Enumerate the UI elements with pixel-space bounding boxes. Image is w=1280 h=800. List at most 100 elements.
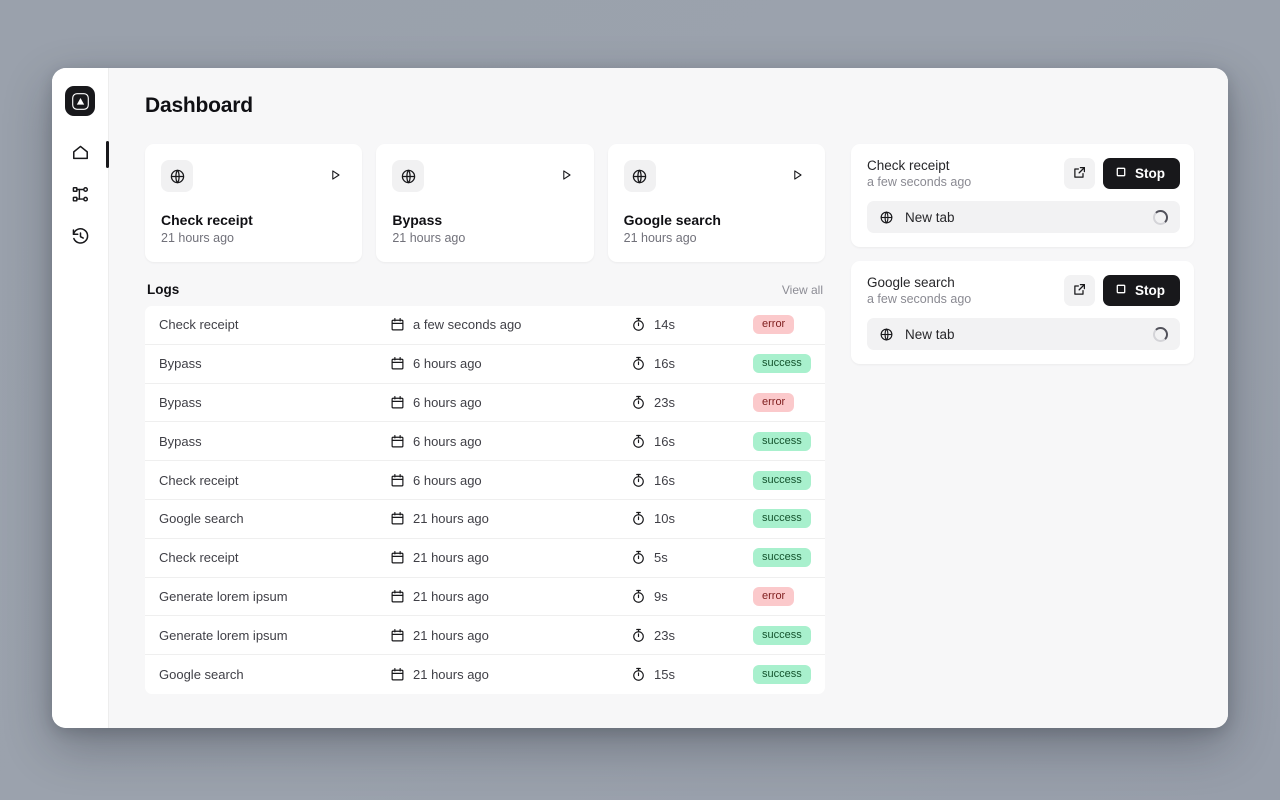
log-duration-cell: 9s [631,589,753,604]
log-date-cell: a few seconds ago [390,317,631,332]
status-badge: success [753,665,811,685]
log-duration: 9s [654,588,668,604]
session-actions: Stop [1064,275,1180,306]
spinner-icon [1153,209,1168,225]
play-icon[interactable] [324,164,346,186]
open-external-button[interactable] [1064,275,1095,306]
left-column: Check receipt 21 hours ago Bypass 21 hou… [145,144,825,728]
table-row[interactable]: Generate lorem ipsum 21 hours ago 23s succe… [145,616,825,656]
session-meta: Google search a few seconds ago [867,275,971,306]
session-meta: Check receipt a few seconds ago [867,158,971,189]
calendar-icon [390,550,405,565]
calendar-icon [390,395,405,410]
table-row[interactable]: Bypass 6 hours ago 16s success [145,422,825,462]
content-columns: Check receipt 21 hours ago Bypass 21 hou… [145,144,1194,728]
sidebar-item-workflows[interactable] [60,180,100,214]
stopwatch-icon [631,317,646,332]
calendar-icon [390,667,405,682]
view-all-link[interactable]: View all [782,283,823,297]
sessions-column: Check receipt a few seconds ago Stop New ta… [851,144,1194,728]
log-duration-cell: 16s [631,473,753,488]
log-date: a few seconds ago [413,317,522,333]
browser-tab-row[interactable]: New tab [867,318,1180,350]
log-duration: 23s [654,394,675,410]
stop-button[interactable]: Stop [1103,158,1180,189]
stopwatch-icon [631,511,646,526]
log-duration: 23s [654,627,675,643]
history-clock-icon [71,227,90,251]
status-badge: success [753,354,811,374]
table-row[interactable]: Generate lorem ipsum 21 hours ago 9s error [145,578,825,617]
task-card-header [161,160,346,192]
table-row[interactable]: Google search 21 hours ago 15s success [145,655,825,694]
globe-icon [161,160,193,192]
table-row[interactable]: Bypass 6 hours ago 23s error [145,384,825,423]
table-row[interactable]: Check receipt a few seconds ago 14s error [145,306,825,345]
triangle-logo-icon[interactable] [65,86,95,116]
table-row[interactable]: Check receipt 21 hours ago 5s success [145,539,825,578]
log-date: 21 hours ago [413,627,489,643]
log-duration-cell: 23s [631,628,753,643]
browser-tab-label: New tab [905,209,955,225]
stopwatch-icon [631,667,646,682]
calendar-icon [390,511,405,526]
status-badge: success [753,509,811,529]
log-date: 6 hours ago [413,472,482,488]
log-duration: 16s [654,472,675,488]
stop-button-label: Stop [1135,283,1165,298]
sidebar-item-history[interactable] [60,222,100,256]
log-date-cell: 6 hours ago [390,434,631,449]
logs-table: Check receipt a few seconds ago 14s error By… [145,306,825,694]
task-card-name: Check receipt [161,212,253,228]
status-badge: error [753,315,795,335]
browser-tab-row[interactable]: New tab [867,201,1180,233]
play-icon[interactable] [556,164,578,186]
log-duration-cell: 15s [631,667,753,682]
stopwatch-icon [631,550,646,565]
log-duration-cell: 16s [631,356,753,371]
log-duration: 10s [654,511,675,527]
session-card: Google search a few seconds ago Stop New ta… [851,261,1194,364]
stop-button[interactable]: Stop [1103,275,1180,306]
log-duration-cell: 10s [631,511,753,526]
home-icon [71,143,90,167]
calendar-icon [390,589,405,604]
session-header: Check receipt a few seconds ago Stop [867,158,1180,189]
session-title: Check receipt [867,158,950,173]
task-card[interactable]: Check receipt 21 hours ago [145,144,363,262]
log-name: Check receipt [159,472,239,488]
log-name: Google search [159,511,244,527]
status-badge: success [753,625,811,645]
stopwatch-icon [631,628,646,643]
log-name: Generate lorem ipsum [159,627,288,643]
table-row[interactable]: Check receipt 6 hours ago 16s success [145,461,825,500]
external-link-icon [1072,165,1087,183]
log-name: Check receipt [159,317,239,333]
browser-tab-label: New tab [905,326,955,342]
stopwatch-icon [631,434,646,449]
session-card: Check receipt a few seconds ago Stop New ta… [851,144,1194,247]
stop-button-label: Stop [1135,166,1165,181]
calendar-icon [390,434,405,449]
log-date-cell: 6 hours ago [390,473,631,488]
table-row[interactable]: Bypass 6 hours ago 16s success [145,345,825,384]
stopwatch-icon [631,589,646,604]
page-title: Dashboard [145,94,253,117]
play-icon[interactable] [787,164,809,186]
open-external-button[interactable] [1064,158,1095,189]
log-date: 21 hours ago [413,588,489,604]
log-name: Generate lorem ipsum [159,588,288,604]
session-header: Google search a few seconds ago Stop [867,275,1180,306]
log-date: 21 hours ago [413,511,489,527]
sidebar-item-home[interactable] [60,138,109,172]
globe-icon [879,327,894,342]
log-date: 6 hours ago [413,433,482,449]
log-duration: 16s [654,433,675,449]
square-stop-icon [1115,283,1127,298]
globe-icon [392,160,425,192]
log-date: 21 hours ago [413,550,489,566]
task-card[interactable]: Bypass 21 hours ago [376,144,594,262]
task-card[interactable]: Google search 21 hours ago [607,144,825,262]
table-row[interactable]: Google search 21 hours ago 10s success [145,500,825,539]
log-date-cell: 21 hours ago [390,628,631,643]
